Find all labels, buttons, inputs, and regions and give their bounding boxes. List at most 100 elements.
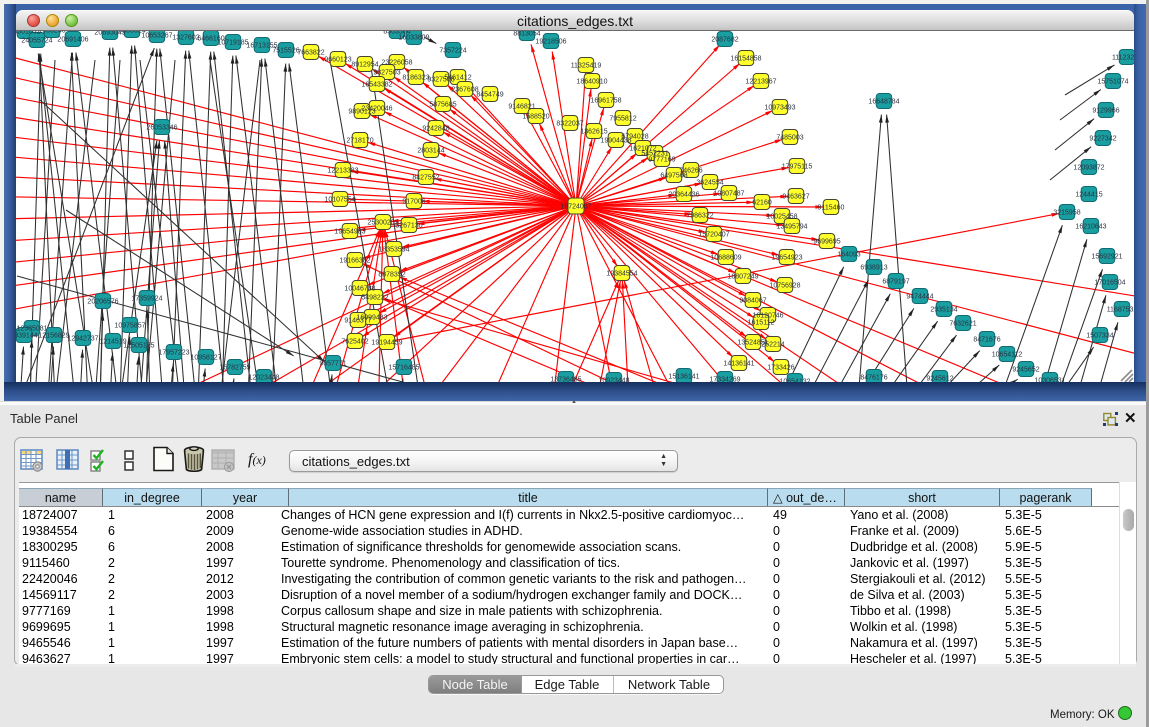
svg-text:3267130: 3267130 [395,222,422,229]
svg-text:17359924: 17359924 [131,295,162,302]
svg-text:15716485: 15716485 [388,364,419,371]
svg-text:10975857: 10975857 [114,322,145,329]
svg-text:5461412: 5461412 [444,74,471,81]
svg-text:9890123: 9890123 [348,108,375,115]
svg-text:16301032: 16301032 [16,31,41,35]
svg-text:9660123: 9660123 [324,56,351,63]
svg-text:2087682: 2087682 [711,36,738,43]
svg-text:11687532: 11687532 [1107,306,1134,313]
svg-text:12156829: 12156829 [38,332,69,339]
svg-text:9084067: 9084067 [739,297,766,304]
svg-text:12213383: 12213383 [327,167,358,174]
svg-text:11123244: 11123244 [1112,54,1134,61]
svg-text:8427552: 8427552 [412,174,439,181]
svg-text:8186323: 8186323 [402,74,429,81]
svg-text:10973493: 10973493 [764,104,795,111]
svg-text:3624554: 3624554 [696,179,723,186]
svg-text:5498222: 5498222 [361,294,388,301]
svg-text:9777169: 9777169 [648,156,675,163]
svg-text:15136141: 15136141 [668,373,699,380]
svg-text:10306531: 10306531 [1034,377,1065,382]
svg-text:10046788: 10046788 [344,285,375,292]
svg-text:9115460: 9115460 [818,204,845,211]
svg-text:1733426: 1733426 [767,364,794,371]
svg-text:12023448: 12023448 [248,374,279,381]
svg-text:12505175: 12505175 [123,342,154,349]
svg-text:8322037: 8322037 [556,120,583,127]
svg-text:10958127: 10958127 [190,354,221,361]
svg-text:10923448: 10923448 [598,377,629,382]
svg-text:7625402: 7625402 [341,338,368,345]
svg-text:14136141: 14136141 [723,360,754,367]
svg-text:164093: 164093 [837,251,860,258]
svg-text:16210643: 16210643 [1075,223,1106,230]
svg-text:18807249: 18807249 [727,273,758,280]
svg-text:9657771: 9657771 [319,360,346,367]
svg-text:2803144: 2803144 [417,147,444,154]
svg-text:10756928: 10756928 [769,282,800,289]
svg-text:16782759: 16782759 [219,364,250,371]
svg-text:9227342: 9227342 [1089,135,1116,142]
svg-text:2367608: 2367608 [451,86,478,93]
svg-text:1362615: 1362615 [580,128,607,135]
svg-text:2935134: 2935134 [930,306,957,313]
svg-text:18353594: 18353594 [378,246,409,253]
svg-text:19166382: 19166382 [339,257,370,264]
svg-text:7663822: 7663822 [297,49,324,56]
svg-text:10653267: 10653267 [141,32,172,39]
svg-text:1507334: 1507334 [1086,332,1113,339]
svg-text:17957223: 17957223 [158,349,189,356]
svg-text:17334269: 17334269 [709,376,740,382]
svg-text:12093872: 12093872 [1073,164,1104,171]
svg-text:12213967: 12213967 [745,78,776,85]
svg-text:10654132: 10654132 [779,378,810,382]
svg-text:18724007: 18724007 [560,203,591,210]
svg-text:12942737: 12942737 [67,335,98,342]
svg-text:9245652: 9245652 [1012,366,1039,373]
svg-text:17975115: 17975115 [782,163,813,170]
svg-text:24055724: 24055724 [21,37,52,44]
svg-text:8878352: 8878352 [378,271,405,278]
svg-text:7485003: 7485003 [776,134,803,141]
svg-text:16120746: 16120746 [752,312,783,319]
svg-text:19654983: 19654983 [334,228,365,235]
svg-text:16648784: 16648784 [868,98,899,105]
svg-text:19218506: 19218506 [535,38,566,45]
svg-text:9146377: 9146377 [344,317,371,324]
svg-text:9474444: 9474444 [906,293,933,300]
svg-text:2718170: 2718170 [346,137,373,144]
svg-text:1956245: 1956245 [38,31,65,34]
svg-text:8454749: 8454749 [476,91,503,98]
svg-text:6938913: 6938913 [860,264,887,271]
svg-text:17016504: 17016504 [1094,279,1125,286]
svg-text:9245612: 9245612 [926,375,953,382]
svg-text:9699695: 9699695 [813,238,840,245]
svg-text:10688609: 10688609 [710,254,741,261]
svg-text:16154858: 16154858 [730,55,761,62]
svg-text:13495794: 13495794 [776,223,807,230]
svg-text:16543382: 16543382 [361,81,392,88]
svg-text:18640910: 18640910 [576,78,607,85]
svg-text:1588520: 1588520 [522,113,549,120]
svg-text:8813054: 8813054 [513,31,540,37]
svg-text:1327602: 1327602 [172,34,199,41]
svg-text:10719185: 10719185 [217,39,248,46]
svg-text:20691406: 20691406 [57,36,88,43]
svg-text:15720407: 15720407 [698,231,729,238]
svg-text:11325419: 11325419 [571,62,602,69]
svg-text:16033809: 16033809 [398,34,429,41]
svg-text:15692921: 15692921 [1091,253,1122,260]
svg-text:917006: 917006 [402,198,425,205]
svg-text:8912954: 8912954 [351,61,378,68]
svg-text:10107554: 10107554 [324,196,355,203]
svg-text:7986322: 7986322 [686,212,713,219]
svg-text:9327503: 9327503 [373,69,400,76]
svg-text:12385081: 12385081 [16,325,47,332]
svg-text:13736485: 13736485 [550,376,581,382]
svg-text:10654112: 10654112 [992,351,1023,358]
svg-text:8476176: 8476176 [860,374,887,381]
svg-text:16961758: 16961758 [590,97,621,104]
svg-text:19384554: 19384554 [606,270,637,277]
svg-text:6879197: 6879197 [882,278,909,285]
svg-text:746266: 746266 [679,167,702,174]
